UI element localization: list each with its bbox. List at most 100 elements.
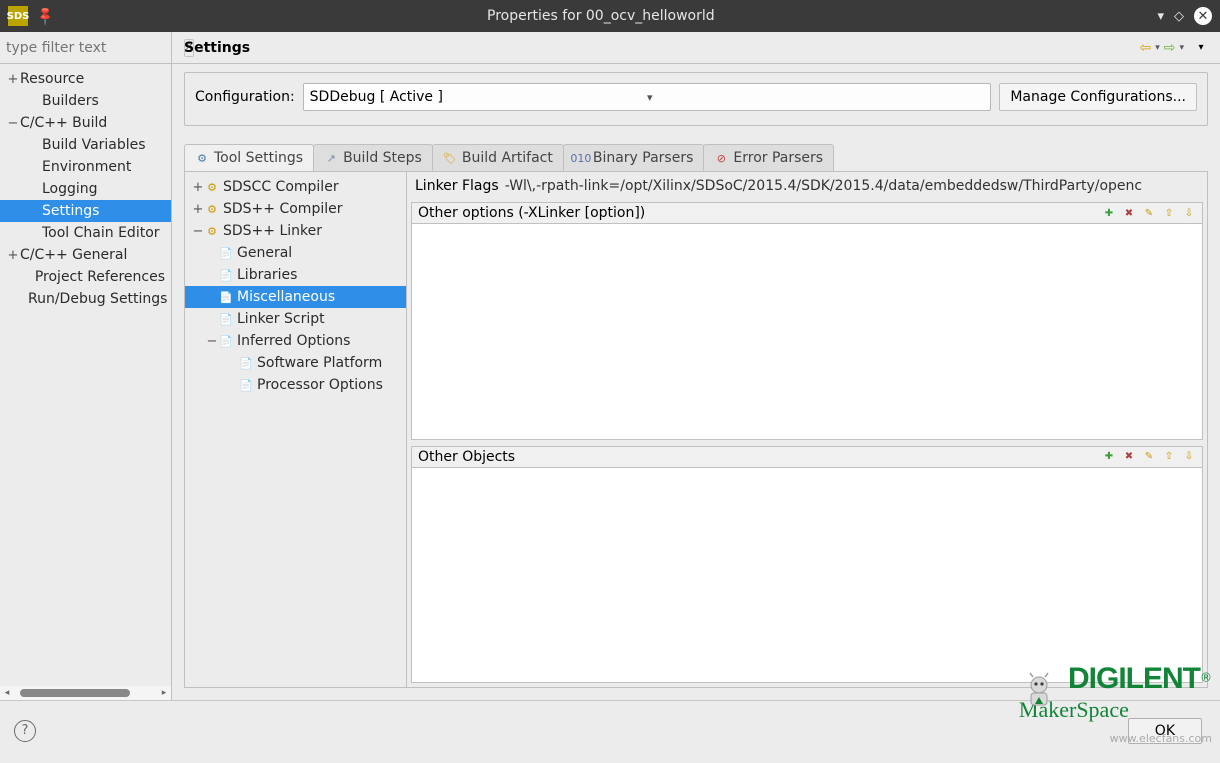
nav-item-tool-chain-editor[interactable]: Tool Chain Editor (0, 222, 171, 244)
scroll-right-icon[interactable]: ▸ (159, 688, 169, 698)
tool-item-sds-compiler[interactable]: +⚙ SDS++ Compiler (185, 198, 406, 220)
tool-item-software-platform[interactable]: 📄 Software Platform (185, 352, 406, 374)
nav-forward-menu-icon[interactable]: ▾ (1179, 43, 1184, 53)
other-objects-header: Other Objects ✚ ✖ ✎ ⇧ ⇩ (411, 446, 1203, 468)
nav-item-label: Tool Chain Editor (42, 225, 160, 241)
nav-item-label: C/C++ Build (20, 115, 107, 131)
view-menu-icon[interactable]: ▾ (1194, 41, 1208, 55)
configuration-select[interactable]: SDDebug [ Active ] ▾ (303, 83, 992, 111)
nav-item-logging[interactable]: Logging (0, 178, 171, 200)
delete-icon[interactable]: ✖ (1122, 450, 1136, 464)
expand-icon[interactable]: + (191, 202, 205, 217)
nav-item-project-references[interactable]: Project References (0, 266, 171, 288)
expand-icon[interactable]: + (6, 72, 20, 87)
tool-item-label: Software Platform (257, 355, 382, 371)
help-button[interactable]: ? (14, 720, 36, 742)
tool-item-linker-script[interactable]: 📄Linker Script (185, 308, 406, 330)
expand-icon[interactable]: + (6, 248, 20, 263)
ok-button[interactable]: OK (1128, 718, 1202, 744)
scroll-left-icon[interactable]: ◂ (2, 688, 12, 698)
window-title: Properties for 00_ocv_helloworld (54, 8, 1147, 24)
chevron-down-icon: ▾ (647, 91, 984, 104)
nav-item-resource[interactable]: +Resource (0, 68, 171, 90)
page-icon: 📄 (219, 334, 233, 348)
move-down-icon[interactable]: ⇩ (1182, 206, 1196, 220)
gear-icon: ⚙ (205, 224, 219, 238)
filter-input[interactable] (6, 40, 180, 56)
other-options-list[interactable] (411, 224, 1203, 440)
nav-forward-button[interactable]: ⇨ (1164, 40, 1176, 56)
nav-item-label: Settings (42, 203, 99, 219)
other-objects-list[interactable] (411, 468, 1203, 684)
tool-item-label: Miscellaneous (237, 289, 335, 305)
nav-item-label: Logging (42, 181, 98, 197)
delete-icon[interactable]: ✖ (1122, 206, 1136, 220)
page-icon: 📄 (239, 378, 253, 392)
tab-build-steps[interactable]: ↗ Build Steps (313, 144, 433, 171)
add-icon[interactable]: ✚ (1102, 450, 1116, 464)
gear-icon: ⚙ (205, 202, 219, 216)
nav-item-label: Build Variables (42, 137, 146, 153)
collapse-icon[interactable]: − (6, 116, 20, 131)
linker-flags-input[interactable]: -Wl\,-rpath-link=/opt/Xilinx/SDSoC/2015.… (505, 178, 1199, 194)
tab-tool-settings[interactable]: ⚙ Tool Settings (184, 144, 314, 171)
sidebar-scrollbar[interactable]: ◂ ▸ (0, 686, 171, 700)
nav-item-settings[interactable]: Settings (0, 200, 171, 222)
tool-item-label: General (237, 245, 292, 261)
nav-item-environment[interactable]: Environment (0, 156, 171, 178)
collapse-icon[interactable]: − (205, 334, 219, 349)
tool-item-sdscc-compiler[interactable]: +⚙SDSCC Compiler (185, 176, 406, 198)
scroll-thumb[interactable] (20, 689, 130, 697)
page-icon: 📄 (219, 312, 233, 326)
nav-item-label: Run/Debug Settings (28, 291, 167, 307)
linker-flags-label: Linker Flags (415, 178, 499, 194)
tab-error-parsers[interactable]: ⊘ Error Parsers (703, 144, 834, 171)
tool-item-libraries[interactable]: 📄Libraries (185, 264, 406, 286)
collapse-icon[interactable]: − (191, 224, 205, 239)
nav-item-label: Project References (35, 269, 165, 285)
tool-item-miscellaneous[interactable]: 📄 Miscellaneous (185, 286, 406, 308)
tool-item-inferred-options[interactable]: −📄 Inferred Options (185, 330, 406, 352)
tool-item-processor-options[interactable]: 📄Processor Options (185, 374, 406, 396)
page-icon: 📄 (219, 246, 233, 260)
move-up-icon[interactable]: ⇧ (1162, 206, 1176, 220)
expand-icon[interactable]: + (191, 180, 205, 195)
minimize-icon[interactable]: ▾ (1157, 9, 1164, 24)
page-icon: 📄 (219, 290, 233, 304)
edit-icon[interactable]: ✎ (1142, 206, 1156, 220)
tool-item-label: SDS++ Compiler (223, 201, 342, 217)
binary-icon: 010 (574, 151, 588, 165)
maximize-icon[interactable]: ◇ (1174, 9, 1184, 24)
add-icon[interactable]: ✚ (1102, 206, 1116, 220)
artifact-icon: 🏷 (443, 151, 457, 165)
nav-back-button[interactable]: ⇦ (1139, 40, 1151, 56)
nav-item-builders[interactable]: Builders (0, 90, 171, 112)
tool-detail-pane: Linker Flags -Wl\,-rpath-link=/opt/Xilin… (407, 172, 1207, 687)
tool-item-label: SDSCC Compiler (223, 179, 339, 195)
nav-item-build-variables[interactable]: Build Variables (0, 134, 171, 156)
tool-item-label: Libraries (237, 267, 297, 283)
tab-binary-parsers[interactable]: 010 Binary Parsers (563, 144, 705, 171)
page-title: Settings (184, 40, 1139, 56)
page-icon: 📄 (239, 356, 253, 370)
tabs-row: ⚙ Tool Settings ↗ Build Steps 🏷 Build Ar… (184, 144, 1208, 172)
nav-item-c-c-general[interactable]: +C/C++ General (0, 244, 171, 266)
tool-settings-tree: +⚙SDSCC Compiler+⚙SDS++ Compiler−⚙SDS++ … (185, 172, 407, 687)
move-up-icon[interactable]: ⇧ (1162, 450, 1176, 464)
app-icon: SDS (8, 6, 28, 26)
edit-icon[interactable]: ✎ (1142, 450, 1156, 464)
tab-build-artifact[interactable]: 🏷 Build Artifact (432, 144, 564, 171)
manage-configurations-button[interactable]: Manage Configurations... (999, 83, 1197, 111)
tool-item-label: Inferred Options (237, 333, 350, 349)
close-icon[interactable]: ✕ (1194, 7, 1212, 25)
nav-item-run-debug-settings[interactable]: Run/Debug Settings (0, 288, 171, 310)
nav-item-c-c-build[interactable]: −C/C++ Build (0, 112, 171, 134)
other-options-header: Other options (-XLinker [option]) ✚ ✖ ✎ … (411, 202, 1203, 224)
titlebar: SDS 📌 Properties for 00_ocv_helloworld ▾… (0, 0, 1220, 32)
tool-item-sds-linker[interactable]: −⚙SDS++ Linker (185, 220, 406, 242)
nav-back-menu-icon[interactable]: ▾ (1155, 43, 1160, 53)
configuration-label: Configuration: (195, 89, 295, 105)
move-down-icon[interactable]: ⇩ (1182, 450, 1196, 464)
configuration-value: SDDebug [ Active ] (310, 89, 647, 105)
tool-item-general[interactable]: 📄 General (185, 242, 406, 264)
